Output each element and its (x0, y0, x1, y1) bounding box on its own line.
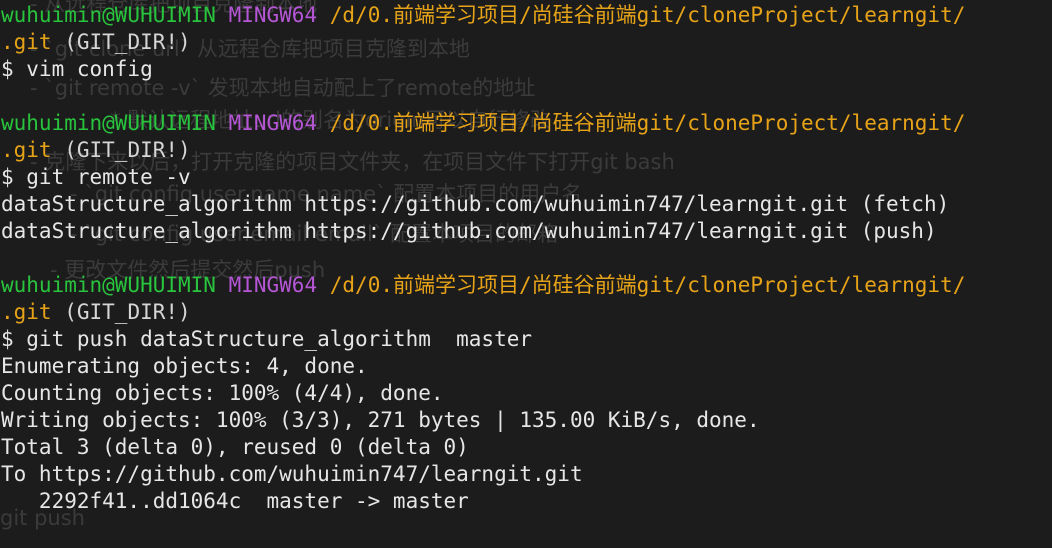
prompt-system: MINGW64 (228, 273, 318, 297)
prompt-path-cont: .git (1, 300, 52, 324)
output-line: Enumerating objects: 4, done. (1, 354, 368, 378)
command-line: $ git remote -v (1, 165, 191, 189)
prompt-path-cont: .git (1, 138, 52, 162)
output-line: To https://github.com/wuhuimin747/learng… (1, 462, 583, 486)
output-line: dataStructure_algorithm https://github.c… (1, 192, 950, 216)
prompt-git-dir: (GIT_DIR!) (64, 300, 191, 324)
prompt-line-cont: .git (GIT_DIR!) (1, 299, 1052, 326)
command-line: $ git push dataStructure_algorithm maste… (1, 327, 533, 351)
prompt-user: wuhuimin@WUHUIMIN (1, 3, 216, 27)
prompt-git-dir: (GIT_DIR!) (64, 138, 191, 162)
prompt-line-cont: .git (GIT_DIR!) (1, 137, 1052, 164)
prompt-line: wuhuimin@WUHUIMIN MINGW64 /d/0.前端学习项目/尚硅… (1, 272, 1052, 299)
prompt-line: wuhuimin@WUHUIMIN MINGW64 /d/0.前端学习项目/尚硅… (1, 2, 1052, 29)
output-line: 2292f41..dd1064c master -> master (1, 489, 469, 513)
prompt-git-dir: (GIT_DIR!) (64, 30, 191, 54)
output-line: Total 3 (delta 0), reused 0 (delta 0) (1, 435, 469, 459)
prompt-path-cont: .git (1, 30, 52, 54)
command-line: $ vim config (1, 57, 153, 81)
prompt-line: wuhuimin@WUHUIMIN MINGW64 /d/0.前端学习项目/尚硅… (1, 110, 1052, 137)
output-line: Counting objects: 100% (4/4), done. (1, 381, 444, 405)
prompt-user: wuhuimin@WUHUIMIN (1, 111, 216, 135)
prompt-path: /d/0.前端学习项目/尚硅谷前端git/cloneProject/learng… (329, 111, 966, 135)
terminal-window[interactable]: wuhuimin@WUHUIMIN MINGW64 /d/0.前端学习项目/尚硅… (0, 0, 1052, 548)
output-line: Writing objects: 100% (3/3), 271 bytes |… (1, 408, 760, 432)
prompt-user: wuhuimin@WUHUIMIN (1, 273, 216, 297)
prompt-line-cont: .git (GIT_DIR!) (1, 29, 1052, 56)
prompt-system: MINGW64 (228, 3, 318, 27)
prompt-path: /d/0.前端学习项目/尚硅谷前端git/cloneProject/learng… (329, 273, 966, 297)
prompt-path: /d/0.前端学习项目/尚硅谷前端git/cloneProject/learng… (329, 3, 966, 27)
prompt-system: MINGW64 (228, 111, 318, 135)
output-line: dataStructure_algorithm https://github.c… (1, 219, 937, 243)
